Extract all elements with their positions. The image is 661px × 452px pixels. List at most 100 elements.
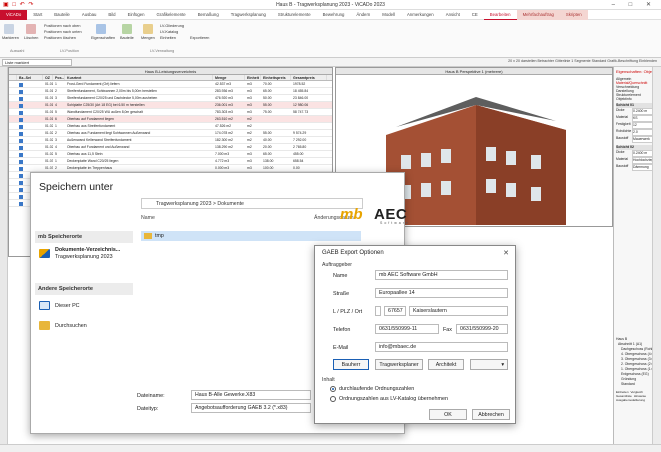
table-row[interactable]: 01.01.0055 Wandfundament C20/25 WU außen … <box>9 109 332 116</box>
ribbon-tab[interactable]: Grafikelemente <box>151 10 192 20</box>
table-row[interactable]: 01.01.0022 Streifenfundament, Sohlwannen … <box>9 88 332 95</box>
table-row[interactable]: 01.02.0033 Außenwand Kellerwand Streifenf… <box>9 137 332 144</box>
filetype-select[interactable]: Angebotsaufforderung GAEB 3.2 (*.x83) <box>191 403 311 413</box>
column-header[interactable]: Bz.-Sel <box>17 75 43 80</box>
column-header[interactable] <box>9 75 17 80</box>
column-header[interactable]: Einheitspreis <box>261 75 291 80</box>
checkbox-icon[interactable] <box>19 159 23 164</box>
filename-input[interactable]: Haus B-Alle Gewerke.X83 <box>191 390 311 400</box>
ribbon-tab[interactable]: Anmerkungen <box>401 10 440 20</box>
ribbon-tab[interactable]: Tragwerksplanung <box>225 10 272 20</box>
table-row[interactable]: 01.02.0044 Oberbau auf Fundament und Auße… <box>9 144 332 151</box>
table-row[interactable]: 01.02.0022 Oberbau aus Fundament liegt So… <box>9 130 332 137</box>
sidebar-item-documents[interactable]: Dokumente-Verzeichnis... <box>55 247 120 253</box>
ribbon-button-lv-structure[interactable]: LV-Gliederung <box>160 24 184 28</box>
ribbon-button-properties[interactable]: Eigenschaften <box>91 36 115 40</box>
ribbon-button-components[interactable]: Bauteile <box>120 36 134 40</box>
row-checkbox[interactable] <box>17 88 43 94</box>
window-controls[interactable]: – □ ✕ <box>612 1 657 8</box>
phone-field[interactable]: 0631/550999-11 <box>375 324 439 334</box>
checkbox-icon[interactable] <box>19 145 23 150</box>
checkbox-icon[interactable] <box>19 89 23 94</box>
ribbon-tab[interactable]: Ausbau <box>76 10 103 20</box>
ribbon-tab[interactable]: Ansicht <box>440 10 466 20</box>
column-header[interactable]: Kurztext <box>65 75 213 80</box>
ribbon-tab[interactable]: CE <box>466 10 484 20</box>
ribbon-button-export[interactable]: Exportieren <box>190 36 209 40</box>
ribbon-button-delete-positions[interactable]: Positionen löschen <box>44 36 76 40</box>
row-checkbox[interactable] <box>17 137 43 143</box>
zip-field[interactable]: 67657 <box>384 306 406 316</box>
column-header[interactable]: OZ <box>43 75 53 80</box>
row-checkbox[interactable] <box>17 151 43 157</box>
ribbon-tab[interactable]: Strukturelemente <box>272 10 317 20</box>
select-icon[interactable] <box>4 24 14 34</box>
close-icon[interactable]: ✕ <box>503 249 509 257</box>
ribbon-tab[interactable]: Bewehrung <box>317 10 351 20</box>
checkbox-icon[interactable] <box>19 138 23 143</box>
checkbox-icon[interactable] <box>19 117 23 122</box>
row-checkbox[interactable] <box>17 81 43 87</box>
architect-button[interactable]: Architekt <box>428 359 464 370</box>
table-row[interactable]: 01.03.0022 Deckenplatte im Treppenhaus 0.0… <box>9 165 332 172</box>
row-checkbox[interactable] <box>17 158 43 164</box>
ribbon-button-delete[interactable]: Löschen <box>24 36 38 40</box>
side-tabs[interactable] <box>652 67 661 445</box>
sidebar-item-browse[interactable]: Durchsuchen <box>55 323 87 329</box>
ribbon-button-select[interactable]: Markieren <box>2 36 19 40</box>
role-dropdown[interactable]: ▾ <box>470 359 508 370</box>
cancel-button[interactable]: Abbrechen <box>472 409 510 420</box>
sidebar-item-this-pc[interactable]: Dieser PC <box>55 303 80 309</box>
radio-continuous-label[interactable]: durchlaufende Ordnungszahlen <box>339 386 414 392</box>
ribbon-button-move-up[interactable]: Positionen nach oben <box>44 24 81 28</box>
email-field[interactable]: info@mbaec.de <box>375 342 508 352</box>
city-field[interactable]: Kaiserslautern <box>409 306 508 316</box>
radio-from-catalog-label[interactable]: Ordnungszahlen aus LV-Katalog übernehmen <box>339 396 448 402</box>
checkbox-icon[interactable] <box>19 180 23 185</box>
ribbon-tab[interactable]: ViCADo <box>0 9 28 20</box>
row-checkbox[interactable] <box>17 130 43 136</box>
ok-button[interactable]: OK <box>429 409 467 420</box>
checkbox-icon[interactable] <box>19 152 23 157</box>
ribbon-tab[interactable]: Modell <box>376 10 401 20</box>
ribbon-button-move-down[interactable]: Positionen nach unten <box>44 30 82 34</box>
ribbon-tab[interactable]: Bearbeiten <box>483 10 517 20</box>
quantities-icon[interactable] <box>143 24 153 34</box>
table-row[interactable]: 01.02.0055 Oberbau aus 11,5 Stein 7.000 m3… <box>9 151 332 158</box>
delete-icon[interactable] <box>26 24 36 34</box>
components-icon[interactable] <box>122 24 132 34</box>
checkbox-icon[interactable] <box>19 187 23 192</box>
checkbox-icon[interactable] <box>19 194 23 199</box>
checkbox-icon[interactable] <box>19 96 23 101</box>
column-name[interactable]: Name <box>141 215 155 221</box>
row-checkbox[interactable] <box>17 95 43 101</box>
selection-dropdown[interactable]: Liste markiert <box>2 59 72 66</box>
checkbox-icon[interactable] <box>19 124 23 129</box>
column-header[interactable]: Pos.-Nr. <box>53 75 65 80</box>
column-header[interactable]: Menge <box>213 75 245 80</box>
column-header[interactable]: Einheit <box>245 75 261 80</box>
table-row[interactable]: 01.01.0033 Streifenfundament C20/25 und D… <box>9 95 332 102</box>
row-checkbox[interactable] <box>17 102 43 108</box>
checkbox-icon[interactable] <box>19 131 23 136</box>
checkbox-icon[interactable] <box>19 103 23 108</box>
properties-icon[interactable] <box>96 24 106 34</box>
country-field[interactable] <box>375 306 381 316</box>
builder-button[interactable]: Bauherr <box>333 359 369 370</box>
table-row[interactable]: 01.01.0044 Sohlplatte C25/30 (Art 18 EG) … <box>9 102 332 109</box>
column-header[interactable]: Gesamtpreis <box>291 75 327 80</box>
bottom-tab[interactable]: Ausgabemodellierung <box>616 398 645 402</box>
radio-continuous[interactable] <box>330 386 336 392</box>
row-checkbox[interactable] <box>17 116 43 122</box>
radio-from-catalog[interactable] <box>330 396 336 402</box>
left-toolstrip[interactable] <box>0 67 8 445</box>
street-field[interactable]: Europaallee 14 <box>375 288 508 298</box>
checkbox-icon[interactable] <box>19 82 23 87</box>
ribbon-tab[interactable]: Skripten <box>559 9 588 20</box>
table-row[interactable]: 01.02.0011 Oberbau aus Streifenfundament 4… <box>9 123 332 130</box>
table-row[interactable]: 01.03.0011 Deckenplatte Wand C20/25 liege… <box>9 158 332 165</box>
ribbon-tab[interactable]: Mehrfachauftrag <box>516 9 560 20</box>
ribbon-tab[interactable]: Bild <box>102 10 121 20</box>
view-options[interactable]: 20 x 20 darstellen Betrachter Gitterlini… <box>508 59 657 63</box>
checkbox-icon[interactable] <box>19 110 23 115</box>
